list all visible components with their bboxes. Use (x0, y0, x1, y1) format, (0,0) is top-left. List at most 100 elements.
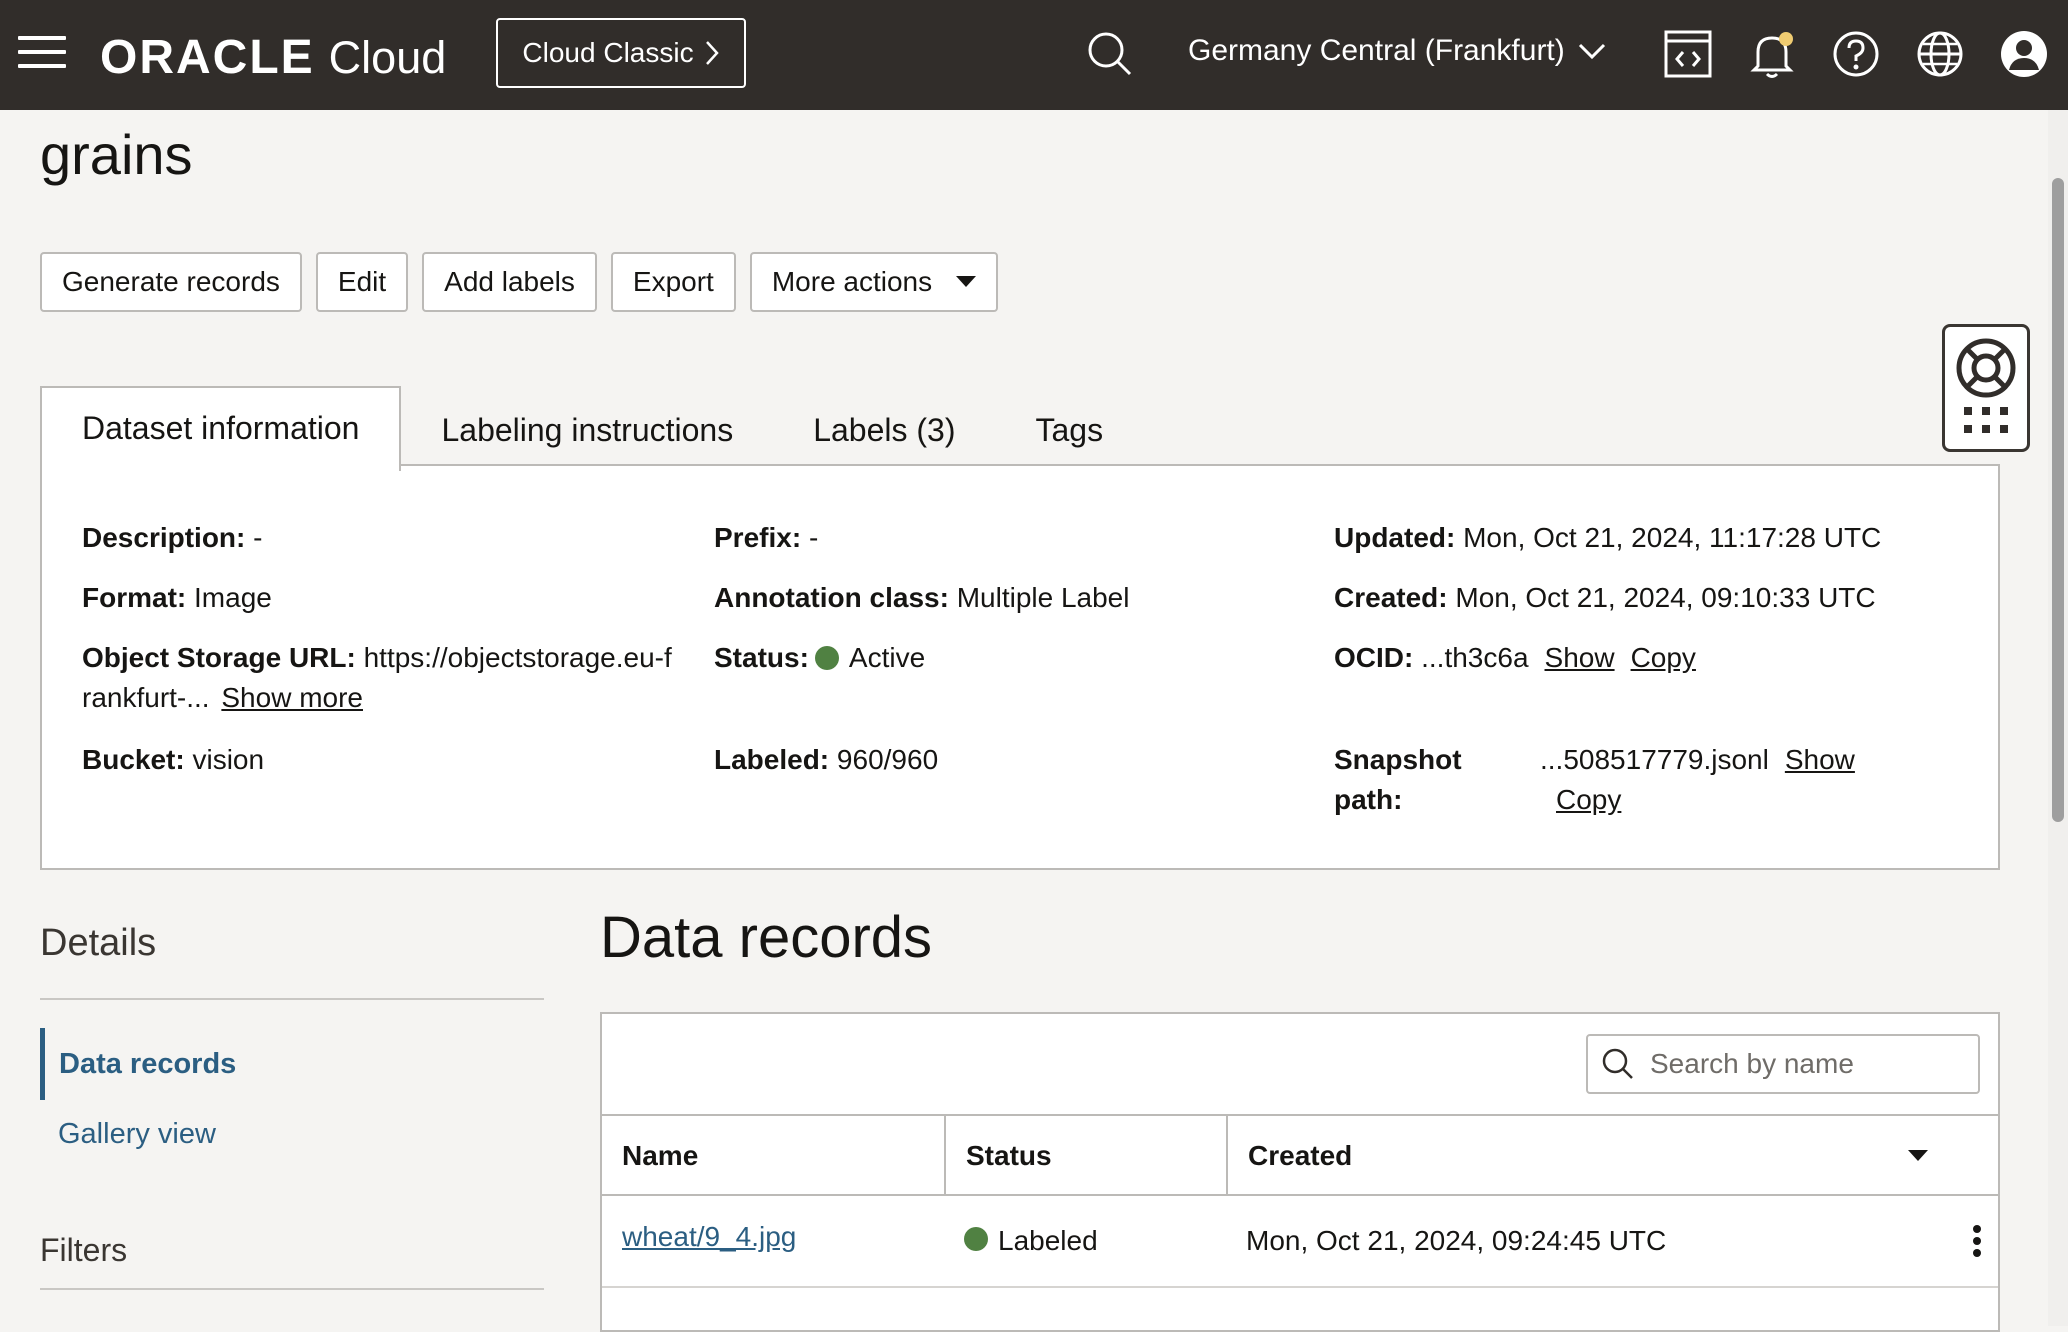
snapshot-show-link[interactable]: Show (1785, 744, 1855, 775)
search-input[interactable] (1648, 1047, 1972, 1081)
table-row: wheat/9_4.jpg Labeled Mon, Oct 21, 2024,… (602, 1196, 1998, 1288)
row-actions-kebab-icon[interactable] (1972, 1224, 1982, 1258)
format-value: Image (194, 582, 272, 613)
sidebar-item-data-records[interactable]: Data records (40, 1028, 544, 1100)
record-name-cell: wheat/9_4.jpg (602, 1196, 944, 1286)
prefix-field: Prefix: - (714, 518, 818, 558)
page-title: grains (40, 123, 193, 186)
url-value-line1: https://objectstorage.eu-f (363, 642, 672, 673)
region-label: Germany Central (Frankfurt) (1188, 34, 1565, 67)
updated-field: Updated: Mon, Oct 21, 2024, 11:17:28 UTC (1334, 518, 1881, 558)
updated-label: Updated: (1334, 522, 1456, 553)
top-navigation-bar: ORACLE Cloud Cloud Classic Germany Centr… (0, 0, 2068, 110)
snapshot-label-line2: path: (1334, 784, 1403, 815)
filters-heading: Filters (40, 1232, 128, 1268)
column-header-name[interactable]: Name (602, 1116, 944, 1196)
annotation-label: Annotation class: (714, 582, 949, 613)
column-header-created-label: Created (1248, 1140, 1353, 1171)
apps-grid-icon (1964, 407, 2008, 433)
developer-tools-icon[interactable] (1662, 28, 1714, 80)
created-label: Created: (1334, 582, 1448, 613)
created-value: Mon, Oct 21, 2024, 09:10:33 UTC (1455, 582, 1876, 613)
snapshot-copy-link[interactable]: Copy (1556, 784, 1621, 815)
ocid-value: ...th3c6a (1421, 642, 1529, 673)
record-status: Labeled (998, 1225, 1098, 1256)
notification-dot (1779, 32, 1793, 46)
ocid-label: OCID: (1334, 642, 1414, 673)
labeled-label: Labeled: (714, 744, 830, 775)
search-icon[interactable] (1084, 28, 1136, 80)
ocid-field: OCID: ...th3c6a Show Copy (1334, 638, 1696, 678)
format-field: Format: Image (82, 578, 272, 618)
generate-records-button[interactable]: Generate records (40, 252, 302, 312)
show-more-link[interactable]: Show more (221, 682, 363, 713)
filters-divider (40, 1288, 544, 1290)
export-button[interactable]: Export (610, 252, 736, 312)
snapshot-label-line1: Snapshot (1334, 744, 1462, 775)
notifications-bell-icon[interactable] (1746, 28, 1798, 80)
description-value: - (253, 522, 263, 553)
snapshot-path-value: ...508517779.jsonl Show Copy (1540, 740, 1940, 820)
ocid-copy-link[interactable]: Copy (1631, 642, 1696, 673)
tab-tags[interactable]: Tags (996, 392, 1144, 469)
help-icon[interactable] (1830, 28, 1882, 80)
record-name-link[interactable]: wheat/9_4.jpg (622, 1221, 796, 1253)
cloud-classic-label: Cloud Classic (522, 37, 694, 68)
tab-dataset-information[interactable]: Dataset information (40, 386, 402, 471)
caret-down-icon (956, 276, 977, 287)
bucket-value: vision (192, 744, 265, 775)
details-divider (40, 998, 544, 1000)
sort-caret-down-icon[interactable] (1908, 1150, 1928, 1162)
oracle-cloud-logo[interactable]: ORACLE Cloud (100, 30, 446, 85)
more-actions-button[interactable]: More actions (749, 252, 999, 312)
lifebuoy-icon (1956, 338, 2016, 398)
annotation-value: Multiple Label (956, 582, 1130, 613)
add-labels-button[interactable]: Add labels (422, 252, 597, 312)
data-records-table: Name Status Created wheat/9_4.jpg Labele… (600, 1012, 2000, 1332)
table-row-partial (602, 1288, 1998, 1328)
url-label: Object Storage URL: (82, 642, 356, 673)
status-value: Active (848, 642, 926, 673)
user-profile-icon[interactable] (1998, 28, 2050, 80)
labeled-field: Labeled: 960/960 (714, 740, 938, 780)
ocid-show-link[interactable]: Show (1545, 642, 1615, 673)
chevron-right-icon (705, 41, 719, 65)
search-icon (1602, 1048, 1633, 1079)
annotation-class-field: Annotation class: Multiple Label (714, 578, 1129, 618)
column-header-status[interactable]: Status (944, 1116, 1226, 1196)
prefix-value: - (808, 522, 819, 553)
tab-labeling-instructions[interactable]: Labeling instructions (401, 392, 773, 469)
sidebar-item-gallery-view[interactable]: Gallery view (58, 1118, 216, 1151)
edit-button[interactable]: Edit (315, 252, 409, 312)
search-box[interactable] (1586, 1034, 1980, 1094)
help-widget[interactable] (1942, 324, 2030, 452)
status-labeled-icon (964, 1227, 988, 1251)
format-label: Format: (82, 582, 187, 613)
cloud-classic-button[interactable]: Cloud Classic (496, 18, 746, 88)
description-label: Description: (82, 522, 246, 553)
updated-value: Mon, Oct 21, 2024, 11:17:28 UTC (1463, 522, 1882, 553)
record-created-cell: Mon, Oct 21, 2024, 09:24:45 UTC (1246, 1225, 1667, 1256)
description-field: Description: - (82, 518, 262, 558)
snapshot-path-label: Snapshot path: (1334, 740, 1462, 820)
dataset-information-panel: Description: - Format: Image Object Stor… (40, 464, 2000, 870)
language-globe-icon[interactable] (1914, 28, 1966, 80)
details-heading: Details (40, 922, 157, 964)
data-records-heading: Data records (600, 905, 933, 970)
tab-labels[interactable]: Labels (3) (773, 392, 995, 469)
page-scrollbar-thumb[interactable] (2052, 178, 2064, 822)
hamburger-menu-icon[interactable] (18, 36, 66, 72)
status-active-icon (814, 645, 839, 670)
action-toolbar: Generate records Edit Add labels Export … (40, 252, 999, 312)
created-field: Created: Mon, Oct 21, 2024, 09:10:33 UTC (1334, 578, 1876, 618)
more-actions-label: More actions (771, 266, 933, 297)
object-storage-url-field: Object Storage URL: https://objectstorag… (82, 638, 702, 718)
product-name: Cloud (328, 32, 447, 83)
dataset-tabs: Dataset information Labeling instruction… (40, 386, 1144, 471)
url-value-line2: rankfurt-... (82, 682, 210, 713)
region-selector[interactable]: Germany Central (Frankfurt) (1188, 34, 1607, 68)
table-header: Name Status Created (602, 1114, 1998, 1196)
column-header-created[interactable]: Created (1226, 1116, 1998, 1196)
status-field: Status: Active (714, 638, 925, 678)
labeled-value: 960/960 (836, 744, 939, 775)
